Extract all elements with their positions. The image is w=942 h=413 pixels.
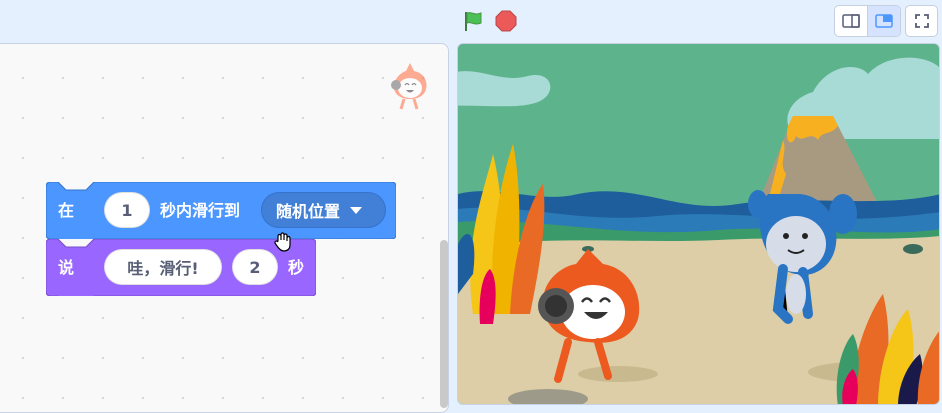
normal-stage-button[interactable] — [867, 6, 900, 36]
normal-stage-icon — [875, 14, 893, 28]
chevron-down-icon — [350, 206, 363, 214]
small-stage-button[interactable] — [835, 6, 867, 36]
green-flag-icon[interactable] — [462, 10, 484, 32]
grab-cursor-icon — [274, 232, 292, 252]
stage-canvas[interactable] — [457, 43, 940, 405]
glide-prefix-label: 在 — [58, 201, 75, 220]
glide-target-label: 随机位置 — [276, 202, 341, 221]
small-stage-icon — [842, 14, 860, 28]
glide-to-block[interactable]: 在 1 秒内滑行到 随机位置 — [46, 182, 396, 239]
stage-header — [0, 0, 942, 42]
glide-target-dropdown[interactable]: 随机位置 — [261, 192, 386, 228]
say-prefix-label: 说 — [58, 258, 75, 277]
fullscreen-icon — [914, 14, 929, 28]
fullscreen-button[interactable] — [905, 5, 938, 37]
say-seconds-input[interactable]: 2 — [232, 249, 278, 285]
sprite-thumbnail-icon — [388, 61, 432, 113]
stage-size-toggle — [834, 5, 901, 37]
workspace-scrollbar[interactable] — [440, 240, 448, 408]
say-message-input[interactable]: 哇，滑行! — [104, 249, 222, 285]
glide-seconds-input[interactable]: 1 — [104, 192, 150, 228]
stop-icon[interactable] — [495, 10, 517, 32]
glide-middle-label: 秒内滑行到 — [160, 201, 241, 220]
